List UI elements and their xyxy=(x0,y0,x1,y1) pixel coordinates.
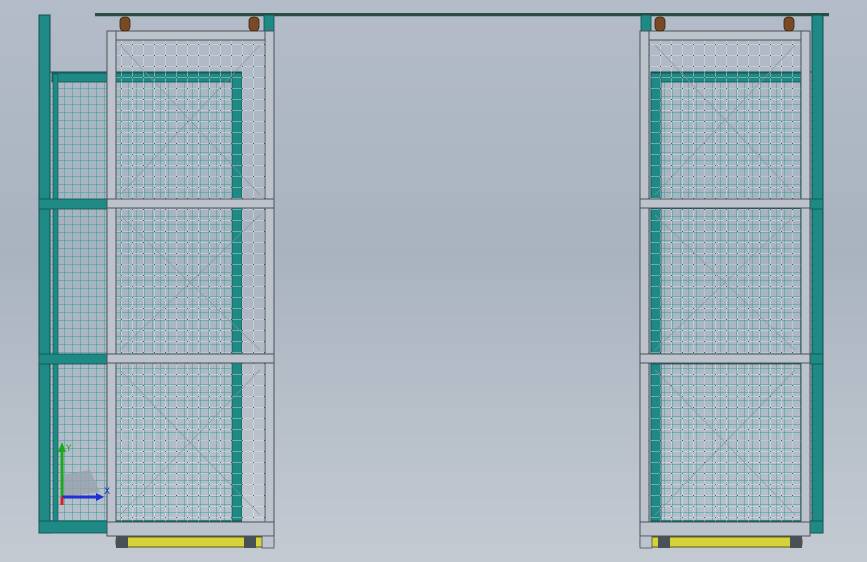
cad-viewport[interactable]: Y X xyxy=(0,0,867,562)
x-axis-label: X xyxy=(104,487,110,497)
top-rail[interactable] xyxy=(95,13,829,17)
right-floor-track xyxy=(639,535,803,549)
y-axis-label: Y xyxy=(65,444,72,454)
left-floor-track xyxy=(115,535,275,549)
right-sliding-door[interactable] xyxy=(639,16,811,537)
left-sliding-door[interactable] xyxy=(106,16,275,537)
sliding-door-drawing: Y X xyxy=(38,13,829,549)
